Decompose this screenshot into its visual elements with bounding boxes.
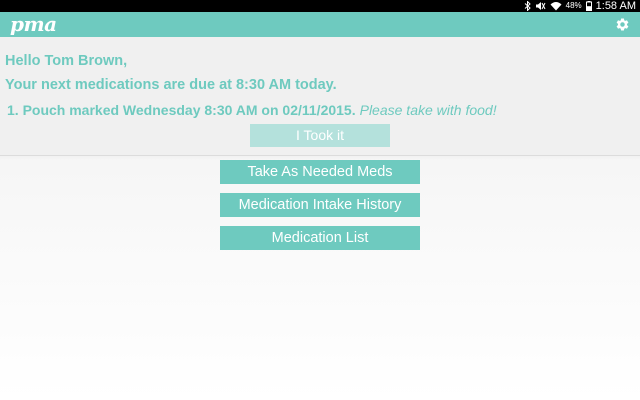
medication-due-item-text: 1. Pouch marked Wednesday 8:30 AM on 02/… <box>7 102 356 118</box>
battery-icon <box>585 1 592 11</box>
i-took-it-button[interactable]: I Took it <box>250 124 390 147</box>
app-bar: pma <box>0 12 640 37</box>
take-as-needed-meds-button[interactable]: Take As Needed Meds <box>220 160 420 184</box>
app-logo: pma <box>10 12 57 36</box>
mute-icon <box>535 2 546 10</box>
battery-percent: 48% <box>565 1 582 10</box>
clock: 1:58 AM <box>595 0 636 12</box>
medication-intake-history-button[interactable]: Medication Intake History <box>220 193 420 217</box>
medication-list-button[interactable]: Medication List <box>220 226 420 250</box>
wifi-icon <box>550 2 562 11</box>
bluetooth-icon <box>524 1 531 11</box>
system-status-bar: 48% 1:58 AM <box>0 0 640 12</box>
next-due-message: Your next medications are due at 8:30 AM… <box>5 77 337 93</box>
settings-button[interactable] <box>615 17 630 32</box>
status-icons: 48% 1:58 AM <box>524 0 636 12</box>
gear-icon <box>616 18 629 31</box>
medication-due-item: 1. Pouch marked Wednesday 8:30 AM on 02/… <box>7 102 497 118</box>
greeting-text: Hello Tom Brown, <box>5 53 128 69</box>
section-divider <box>0 155 640 156</box>
medication-due-item-note: Please take with food! <box>359 102 497 118</box>
